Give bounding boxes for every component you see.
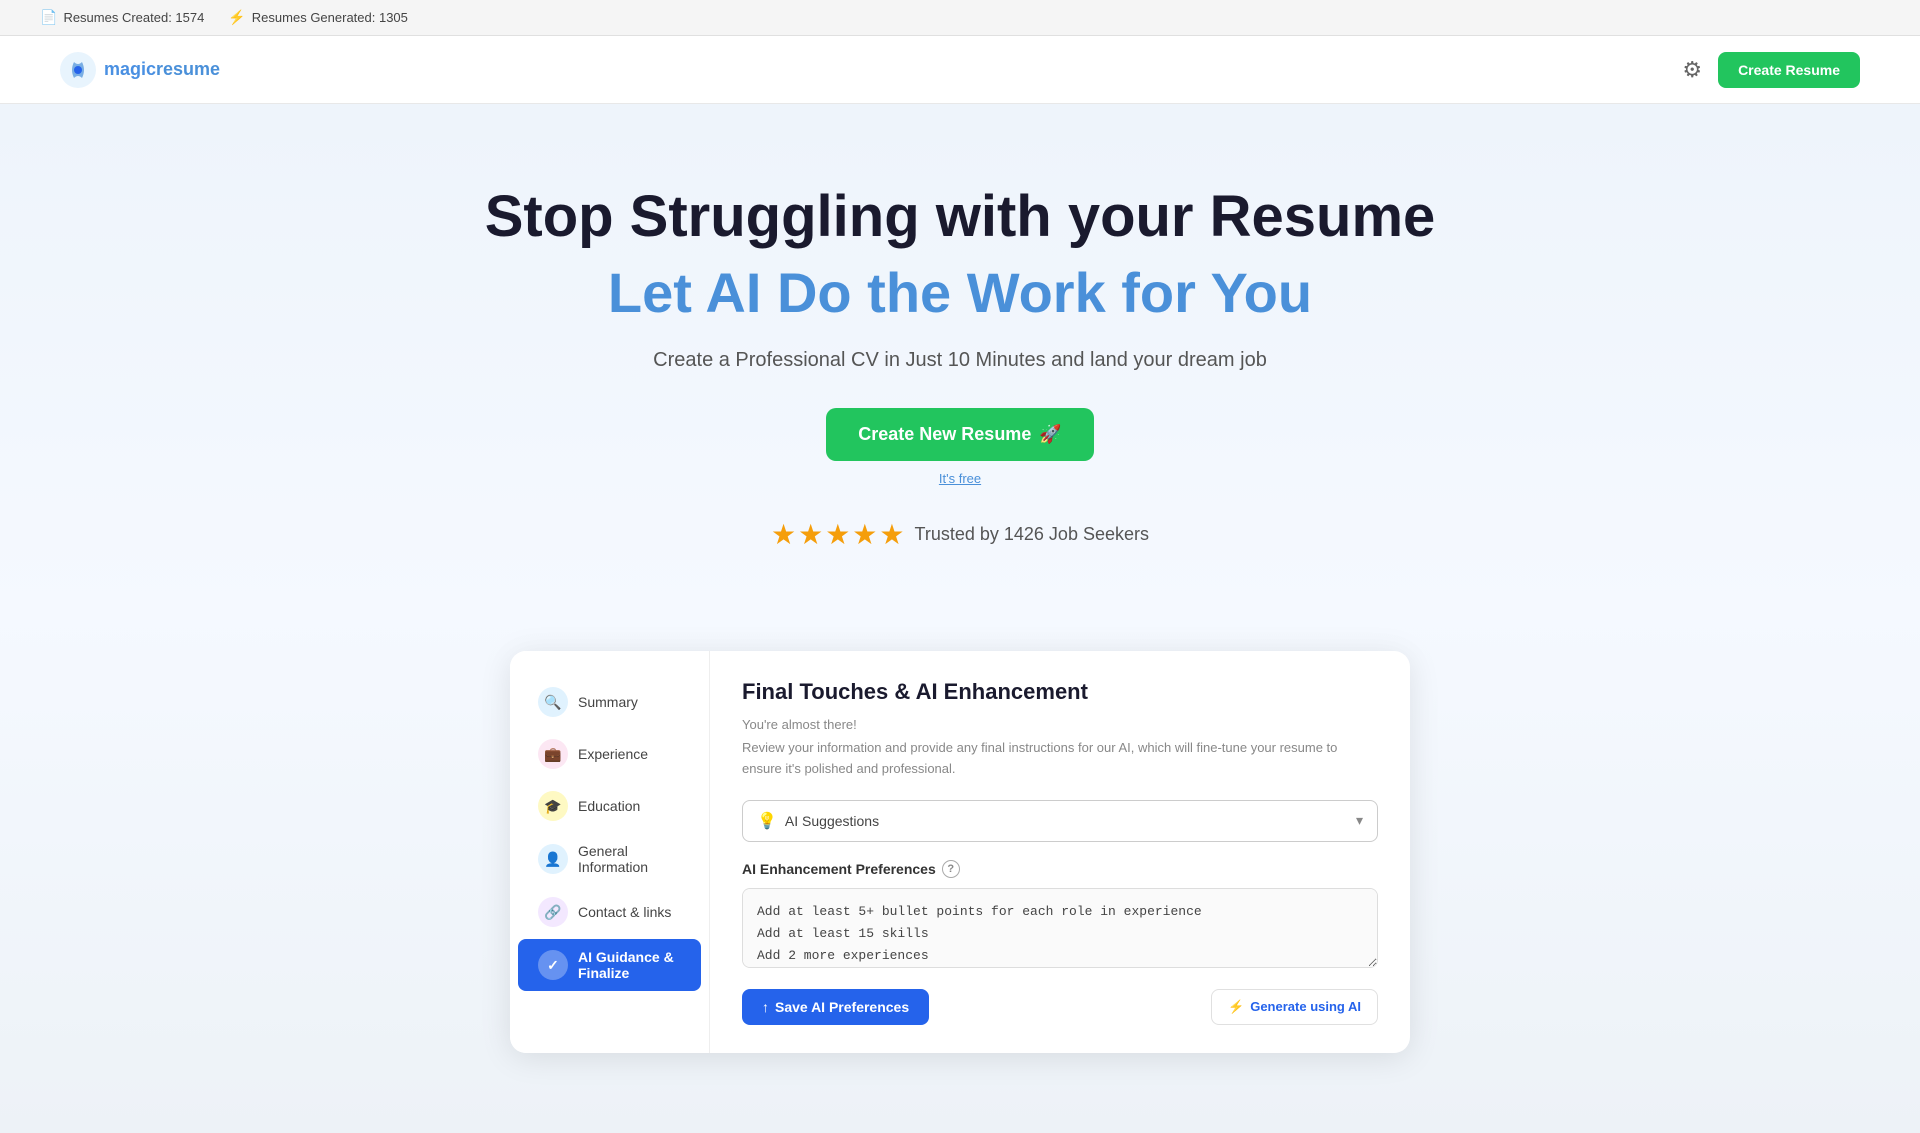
social-proof: ★★★★★ Trusted by 1426 Job Seekers <box>40 518 1880 551</box>
generate-bolt-icon: ⚡ <box>1228 999 1244 1015</box>
pref-label: AI Enhancement Preferences ? <box>742 860 1378 878</box>
topbar: 📄 Resumes Created: 1574 ⚡ Resumes Genera… <box>0 0 1920 36</box>
hero-section: Stop Struggling with your Resume Let AI … <box>0 104 1920 611</box>
sidebar-contact-label: Contact & links <box>578 904 671 920</box>
ai-suggestions-dropdown[interactable]: 💡 AI Suggestions ▾ <box>742 800 1378 842</box>
contact-icon: 🔗 <box>538 897 568 927</box>
summary-icon: 🔍 <box>538 687 568 717</box>
cta-label: Create New Resume <box>858 424 1031 445</box>
resume-card: 🔍 Summary 💼 Experience 🎓 Education 👤 Gen… <box>510 651 1410 1053</box>
rocket-icon: 🚀 <box>1039 424 1061 445</box>
save-icon: ↑ <box>762 999 769 1015</box>
sidebar-item-experience[interactable]: 💼 Experience <box>518 729 701 779</box>
logo-text: magicresume <box>104 59 220 80</box>
education-icon: 🎓 <box>538 791 568 821</box>
sidebar-general-label: General Information <box>578 843 681 875</box>
save-ai-preferences-button[interactable]: ↑ Save AI Preferences <box>742 989 929 1025</box>
help-icon[interactable]: ? <box>942 860 960 878</box>
logo[interactable]: magicresume <box>60 52 220 88</box>
star-rating: ★★★★★ <box>771 518 907 551</box>
navbar: magicresume ⚙ Create Resume <box>0 36 1920 104</box>
sidebar-summary-label: Summary <box>578 694 638 710</box>
bolt-icon: ⚡ <box>228 9 245 26</box>
lightbulb-icon: 💡 <box>757 811 777 831</box>
pref-label-text: AI Enhancement Preferences <box>742 861 936 877</box>
nav-right: ⚙ Create Resume <box>1682 52 1860 88</box>
doc-icon: 📄 <box>40 9 57 26</box>
hero-headline1: Stop Struggling with your Resume <box>40 184 1880 251</box>
card-footer: ↑ Save AI Preferences ⚡ Generate using A… <box>742 989 1378 1025</box>
hero-subtext: Create a Professional CV in Just 10 Minu… <box>40 349 1880 372</box>
sidebar-item-education[interactable]: 🎓 Education <box>518 781 701 831</box>
card-sidebar: 🔍 Summary 💼 Experience 🎓 Education 👤 Gen… <box>510 651 710 1053</box>
create-new-resume-button[interactable]: Create New Resume 🚀 <box>826 408 1094 461</box>
sidebar-education-label: Education <box>578 798 640 814</box>
trusted-text: Trusted by 1426 Job Seekers <box>915 524 1149 545</box>
general-icon: 👤 <box>538 844 568 874</box>
sidebar-item-summary[interactable]: 🔍 Summary <box>518 677 701 727</box>
resumes-generated: ⚡ Resumes Generated: 1305 <box>228 9 408 26</box>
card-desc1: You're almost there! <box>742 717 1378 732</box>
generate-using-ai-button[interactable]: ⚡ Generate using AI <box>1211 989 1378 1025</box>
ai-check-icon: ✓ <box>538 950 568 980</box>
ai-suggestions-label: AI Suggestions <box>785 813 879 829</box>
resumes-created: 📄 Resumes Created: 1574 <box>40 9 204 26</box>
card-desc2: Review your information and provide any … <box>742 738 1378 780</box>
sidebar-experience-label: Experience <box>578 746 648 762</box>
sidebar-item-ai[interactable]: ✓ AI Guidance & Finalize <box>518 939 701 991</box>
settings-icon[interactable]: ⚙ <box>1682 57 1702 83</box>
hero-headline2: Let AI Do the Work for You <box>40 261 1880 325</box>
ai-preferences-textarea[interactable] <box>742 888 1378 968</box>
sidebar-item-general[interactable]: 👤 General Information <box>518 833 701 885</box>
ai-dropdown-left: 💡 AI Suggestions <box>757 811 879 831</box>
card-section: 🔍 Summary 💼 Experience 🎓 Education 👤 Gen… <box>0 611 1920 1133</box>
resumes-created-text: Resumes Created: 1574 <box>63 10 204 25</box>
create-resume-button[interactable]: Create Resume <box>1718 52 1860 88</box>
sidebar-item-contact[interactable]: 🔗 Contact & links <box>518 887 701 937</box>
card-main: Final Touches & AI Enhancement You're al… <box>710 651 1410 1053</box>
save-label: Save AI Preferences <box>775 999 909 1015</box>
logo-icon <box>60 52 96 88</box>
experience-icon: 💼 <box>538 739 568 769</box>
card-title: Final Touches & AI Enhancement <box>742 679 1378 705</box>
resumes-generated-text: Resumes Generated: 1305 <box>252 10 408 25</box>
generate-label: Generate using AI <box>1250 999 1361 1014</box>
chevron-down-icon: ▾ <box>1356 812 1363 829</box>
its-free-link[interactable]: It's free <box>40 471 1880 486</box>
sidebar-ai-label: AI Guidance & Finalize <box>578 949 681 981</box>
